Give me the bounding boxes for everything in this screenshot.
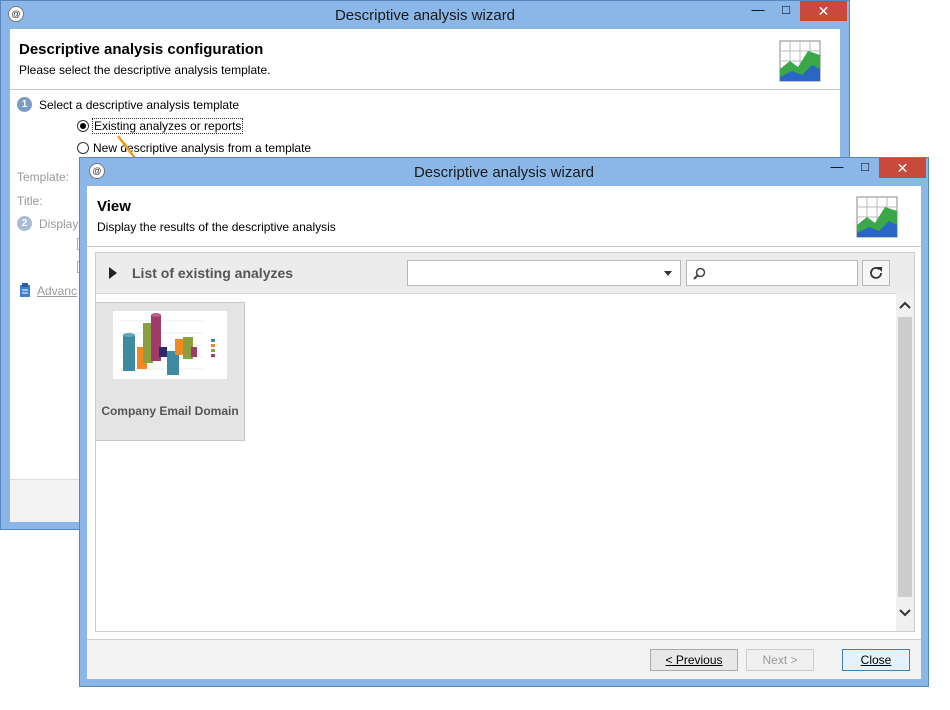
list-panel: List of existing analyzes Company Email …: [95, 252, 915, 632]
vertical-scrollbar[interactable]: [896, 293, 914, 631]
chart-icon: [856, 196, 898, 238]
search-icon: [693, 267, 706, 280]
search-input[interactable]: [686, 260, 858, 286]
next-button[interactable]: Next >: [746, 649, 814, 671]
minimize-button[interactable]: —: [823, 158, 851, 178]
close-button[interactable]: ✕: [879, 158, 926, 178]
scroll-up-icon[interactable]: [899, 301, 911, 309]
refresh-button[interactable]: [862, 260, 890, 286]
previous-button[interactable]: < Previous: [650, 649, 738, 671]
analysis-item[interactable]: Company Email Domain: [95, 302, 245, 441]
scrollbar-thumb[interactable]: [898, 317, 912, 597]
filter-dropdown[interactable]: [407, 260, 681, 286]
front-window-title: Descriptive analysis wizard: [413, 164, 595, 181]
analysis-item-label: Company Email Domain: [101, 404, 239, 418]
front-header-title: View: [97, 198, 131, 215]
expand-arrow-icon[interactable]: [108, 267, 118, 279]
front-footer: < Previous Next > Close: [87, 640, 921, 679]
scroll-down-icon[interactable]: [899, 609, 911, 617]
close-dialog-button[interactable]: Close: [842, 649, 910, 671]
refresh-icon: [870, 267, 882, 279]
front-header-separator: [87, 246, 921, 247]
front-titlebar[interactable]: @ Descriptive analysis wizard — □ ✕: [80, 158, 928, 186]
front-header-subtitle: Display the results of the descriptive a…: [97, 220, 336, 234]
analysis-thumbnail: [113, 311, 227, 379]
maximize-button[interactable]: □: [851, 158, 879, 178]
list-title: List of existing analyzes: [132, 265, 294, 281]
front-window: @ Descriptive analysis wizard — □ ✕ View…: [79, 157, 929, 687]
front-window-client: View Display the results of the descript…: [87, 186, 921, 679]
chevron-down-icon: [664, 271, 672, 276]
list-toolbar: List of existing analyzes: [96, 253, 914, 294]
